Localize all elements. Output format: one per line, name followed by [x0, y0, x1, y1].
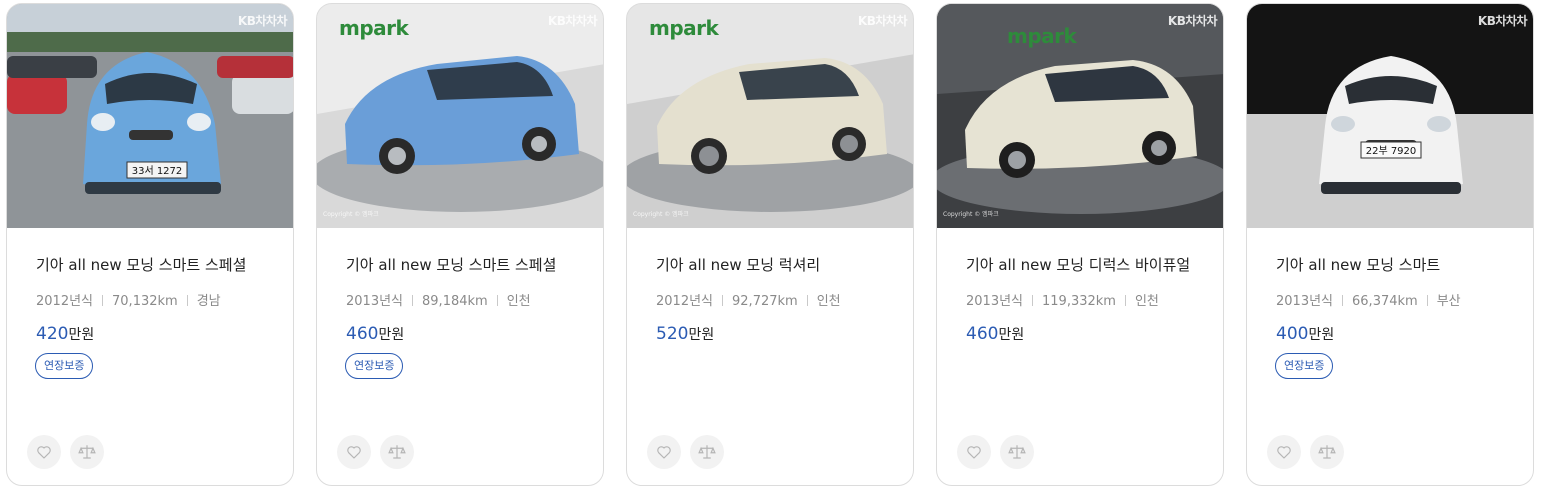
car-card[interactable]: mpark KB차차차 Copyright © 엠파크 기아 all new 모…	[936, 3, 1224, 486]
price-value: 400	[1276, 324, 1309, 344]
car-meta: 2012년식 92,727km 인천	[656, 290, 841, 309]
car-meta: 2013년식 119,332km 인천	[966, 290, 1159, 309]
price: 420만원	[36, 324, 94, 344]
compare-button[interactable]	[690, 435, 724, 469]
compare-button[interactable]	[380, 435, 414, 469]
car-title[interactable]: 기아 all new 모닝 스마트 스페셜	[36, 254, 246, 275]
price: 460만원	[346, 324, 404, 344]
car-photo[interactable]: 22부 7920 KB차차차	[1247, 4, 1533, 228]
car-photo[interactable]: mpark KB차차차 Copyright © 엠파크	[317, 4, 603, 228]
divider	[1032, 295, 1034, 306]
mileage: 119,332km	[1042, 294, 1116, 309]
car-card[interactable]: mpark KB차차차 Copyright © 엠파크 기아 all new 모…	[316, 3, 604, 486]
mileage: 92,727km	[732, 294, 798, 309]
car-photo[interactable]: mpark KB차차차 Copyright © 엠파크	[937, 4, 1223, 228]
price: 400만원	[1276, 324, 1334, 344]
copyright-text: Copyright © 엠파크	[633, 211, 689, 218]
price-unit: 만원	[68, 327, 95, 343]
watermark: KB차차차	[1167, 14, 1218, 28]
warranty-badge: 연장보증	[1275, 353, 1334, 379]
copyright-text: Copyright © 엠파크	[943, 211, 999, 218]
divider	[1124, 295, 1126, 306]
model-year: 2013년식	[1276, 294, 1334, 309]
region: 경남	[196, 294, 221, 309]
car-meta: 2012년식 70,132km 경남	[36, 290, 221, 309]
scale-icon	[78, 445, 96, 459]
mpark-logo: mpark	[1007, 24, 1077, 48]
car-title[interactable]: 기아 all new 모닝 스마트	[1276, 254, 1440, 275]
divider	[1342, 295, 1344, 306]
divider	[1426, 295, 1428, 306]
heart-icon	[37, 446, 51, 459]
mpark-logo: mpark	[339, 16, 409, 40]
price-unit: 만원	[1308, 327, 1335, 343]
favorite-button[interactable]	[647, 435, 681, 469]
region: 부산	[1436, 294, 1461, 309]
price-value: 460	[966, 324, 999, 344]
price-value: 420	[36, 324, 69, 344]
price-unit: 만원	[378, 327, 405, 343]
scale-icon	[698, 445, 716, 459]
price-value: 520	[656, 324, 689, 344]
mpark-logo: mpark	[649, 16, 719, 40]
divider	[496, 295, 498, 306]
car-meta: 2013년식 89,184km 인천	[346, 290, 531, 309]
copyright-text: Copyright © 엠파크	[323, 211, 379, 218]
divider	[806, 295, 808, 306]
heart-icon	[1277, 446, 1291, 459]
compare-button[interactable]	[1000, 435, 1034, 469]
scale-icon	[388, 445, 406, 459]
compare-button[interactable]	[1310, 435, 1344, 469]
model-year: 2013년식	[966, 294, 1024, 309]
divider	[102, 295, 104, 306]
favorite-button[interactable]	[337, 435, 371, 469]
region: 인천	[816, 294, 841, 309]
model-year: 2013년식	[346, 294, 404, 309]
divider	[186, 295, 188, 306]
region: 인천	[1134, 294, 1159, 309]
price-unit: 만원	[688, 327, 715, 343]
model-year: 2012년식	[36, 294, 94, 309]
model-year: 2012년식	[656, 294, 714, 309]
heart-icon	[347, 446, 361, 459]
svg-text:22부 7920: 22부 7920	[1366, 146, 1417, 157]
mileage: 70,132km	[112, 294, 178, 309]
heart-icon	[967, 446, 981, 459]
watermark: KB차차차	[547, 14, 598, 28]
divider	[722, 295, 724, 306]
scale-icon	[1318, 445, 1336, 459]
car-title[interactable]: 기아 all new 모닝 디럭스 바이퓨얼	[966, 254, 1190, 275]
svg-text:33서 1272: 33서 1272	[132, 165, 183, 177]
favorite-button[interactable]	[27, 435, 61, 469]
price-value: 460	[346, 324, 379, 344]
car-title[interactable]: 기아 all new 모닝 럭셔리	[656, 254, 820, 275]
price: 520만원	[656, 324, 714, 344]
watermark: KB차차차	[1477, 14, 1528, 28]
price: 460만원	[966, 324, 1024, 344]
listing-row: 33서 1272 KB차차차 기아 all new 모닝 스마트 스페셜 201…	[0, 0, 1548, 491]
scale-icon	[1008, 445, 1026, 459]
favorite-button[interactable]	[957, 435, 991, 469]
car-card[interactable]: 22부 7920 KB차차차 기아 all new 모닝 스마트 2013년식 6…	[1246, 3, 1534, 486]
warranty-badge: 연장보증	[35, 353, 94, 379]
mileage: 66,374km	[1352, 294, 1418, 309]
car-photo[interactable]: mpark KB차차차 Copyright © 엠파크	[627, 4, 913, 228]
compare-button[interactable]	[70, 435, 104, 469]
price-unit: 만원	[998, 327, 1025, 343]
heart-icon	[657, 446, 671, 459]
car-title[interactable]: 기아 all new 모닝 스마트 스페셜	[346, 254, 556, 275]
car-photo[interactable]: 33서 1272 KB차차차	[7, 4, 293, 228]
favorite-button[interactable]	[1267, 435, 1301, 469]
region: 인천	[506, 294, 531, 309]
mileage: 89,184km	[422, 294, 488, 309]
watermark: KB차차차	[857, 14, 908, 28]
watermark: KB차차차	[237, 14, 288, 28]
car-meta: 2013년식 66,374km 부산	[1276, 290, 1461, 309]
divider	[412, 295, 414, 306]
car-card[interactable]: 33서 1272 KB차차차 기아 all new 모닝 스마트 스페셜 201…	[6, 3, 294, 486]
car-card[interactable]: mpark KB차차차 Copyright © 엠파크 기아 all new 모…	[626, 3, 914, 486]
warranty-badge: 연장보증	[345, 353, 404, 379]
